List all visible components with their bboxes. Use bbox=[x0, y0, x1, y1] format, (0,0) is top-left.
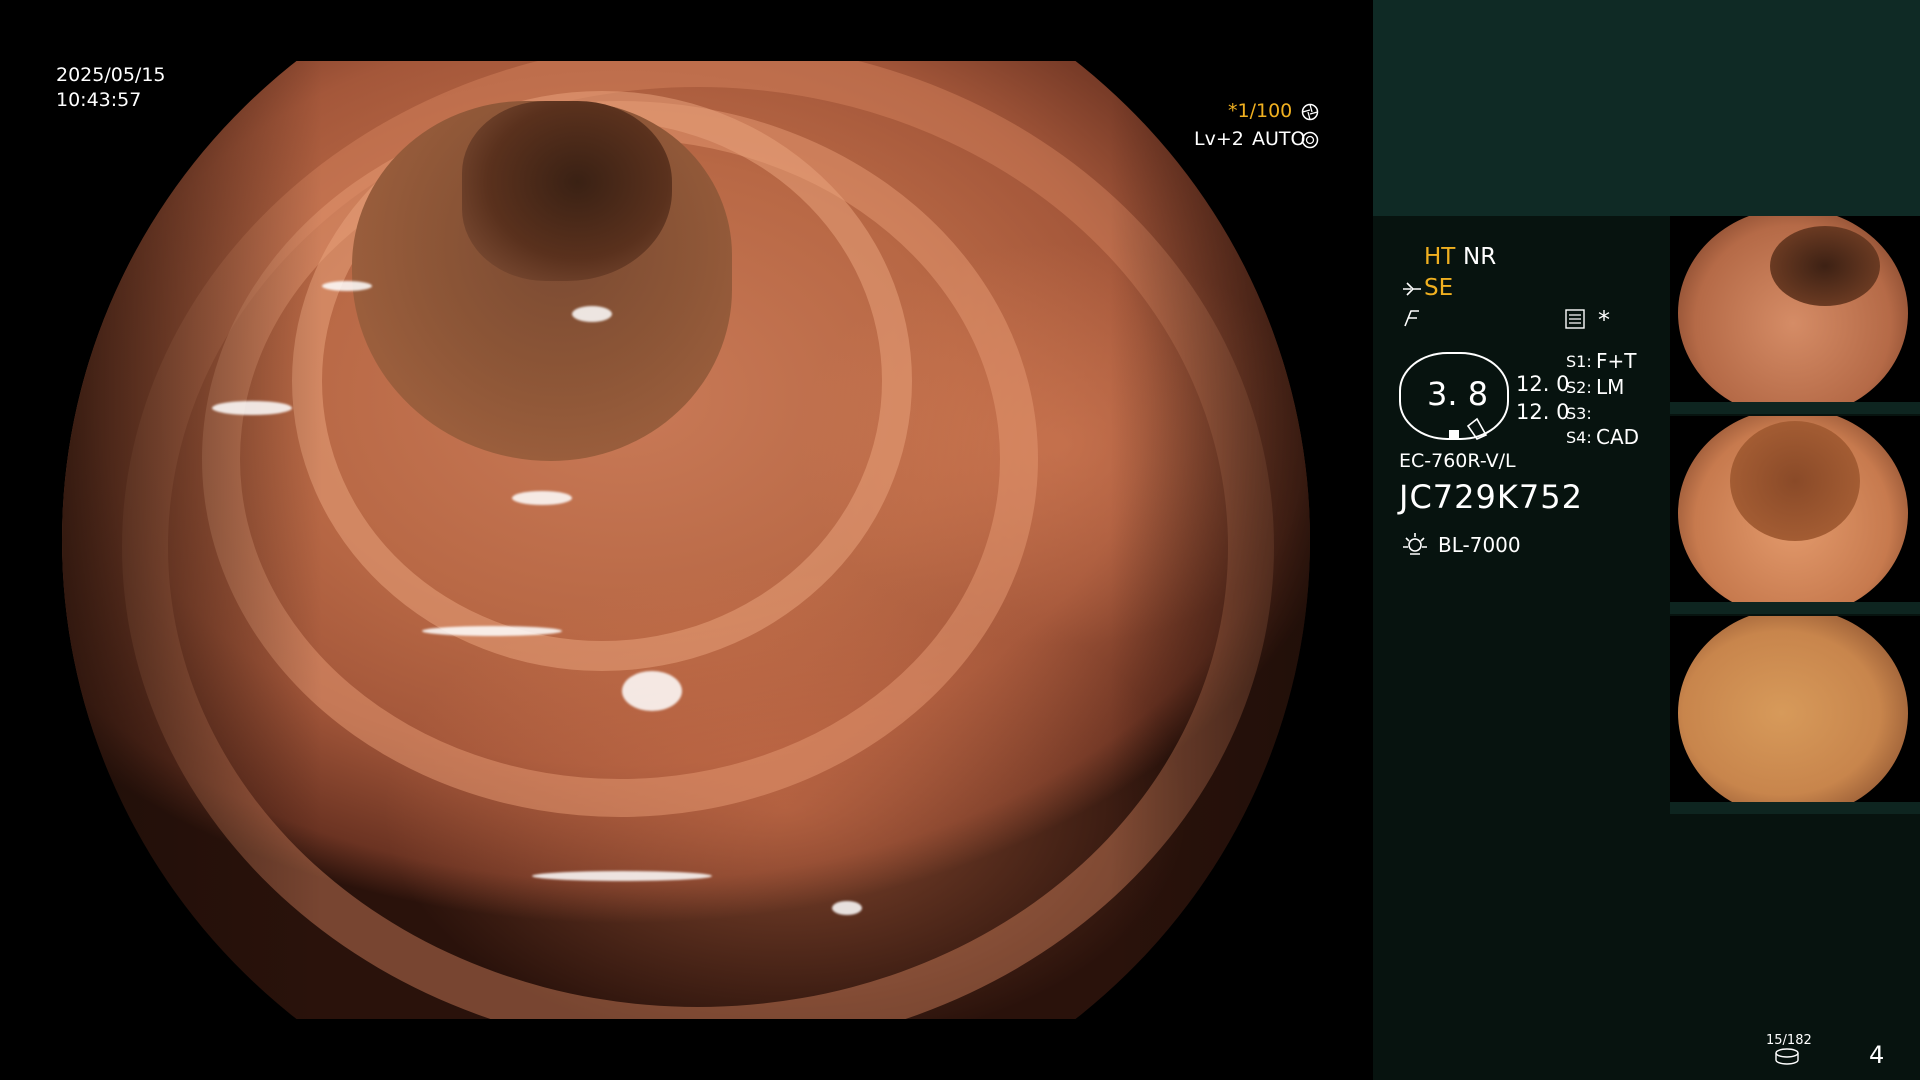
light-source: BL-7000 bbox=[1438, 533, 1521, 557]
structure-enhance-icon bbox=[1403, 282, 1421, 296]
storage-icon bbox=[1775, 1048, 1799, 1065]
gauge-marker bbox=[1449, 430, 1459, 438]
light-reflection bbox=[322, 281, 372, 291]
light-reflection bbox=[212, 401, 292, 415]
brightness-level: Lv+2 bbox=[1194, 128, 1244, 150]
aperture-icon bbox=[1301, 103, 1319, 121]
storage-count: 15/182 bbox=[1766, 1033, 1812, 1048]
light-reflection bbox=[622, 671, 682, 711]
vignette-right bbox=[1110, 61, 1310, 1019]
vignette-left bbox=[62, 61, 322, 1019]
asterisk-mark: * bbox=[1598, 306, 1610, 334]
se-indicator: SE bbox=[1424, 275, 1454, 301]
value-a: 12. 0 bbox=[1516, 372, 1570, 396]
page-number: 4 bbox=[1869, 1041, 1885, 1069]
value-b: 12. 0 bbox=[1516, 400, 1570, 424]
info-panel-header bbox=[1373, 0, 1920, 216]
light-reflection bbox=[422, 626, 562, 636]
s1-value: F+T bbox=[1596, 349, 1637, 373]
date-label: 2025/05/15 bbox=[56, 64, 166, 86]
lamp-icon bbox=[1403, 533, 1427, 555]
s3-key: S3: bbox=[1566, 404, 1592, 423]
nr-indicator: NR bbox=[1463, 244, 1497, 270]
lumen-inner bbox=[462, 101, 672, 281]
s1-key: S1: bbox=[1566, 352, 1592, 371]
capture-thumbnail[interactable] bbox=[1670, 416, 1920, 614]
light-reflection bbox=[832, 901, 862, 915]
scope-serial: JC729K752 bbox=[1399, 478, 1583, 516]
gauge-value: 3. 8 bbox=[1427, 375, 1489, 413]
storage-icon bbox=[1565, 309, 1585, 329]
time-label: 10:43:57 bbox=[56, 89, 142, 111]
capture-thumbnail[interactable] bbox=[1670, 216, 1920, 414]
light-reflection bbox=[512, 491, 572, 505]
s4-value: CAD bbox=[1596, 425, 1640, 449]
s2-value: LM bbox=[1596, 375, 1625, 399]
capture-thumbnail[interactable] bbox=[1670, 616, 1920, 814]
light-reflection bbox=[532, 871, 712, 881]
shutter-speed: *1/100 bbox=[1228, 100, 1293, 122]
filter-icon bbox=[1404, 310, 1419, 327]
s2-key: S2: bbox=[1566, 378, 1592, 397]
scope-model: EC-760R-V/L bbox=[1399, 450, 1516, 472]
aperture-icon bbox=[1301, 131, 1319, 149]
s4-key: S4: bbox=[1566, 428, 1592, 447]
endoscope-view bbox=[62, 61, 1310, 1019]
ht-indicator: HT bbox=[1424, 244, 1456, 270]
gauge-needle-icon bbox=[1466, 417, 1488, 441]
light-reflection bbox=[572, 306, 612, 322]
exposure-mode: AUTO bbox=[1252, 128, 1306, 150]
